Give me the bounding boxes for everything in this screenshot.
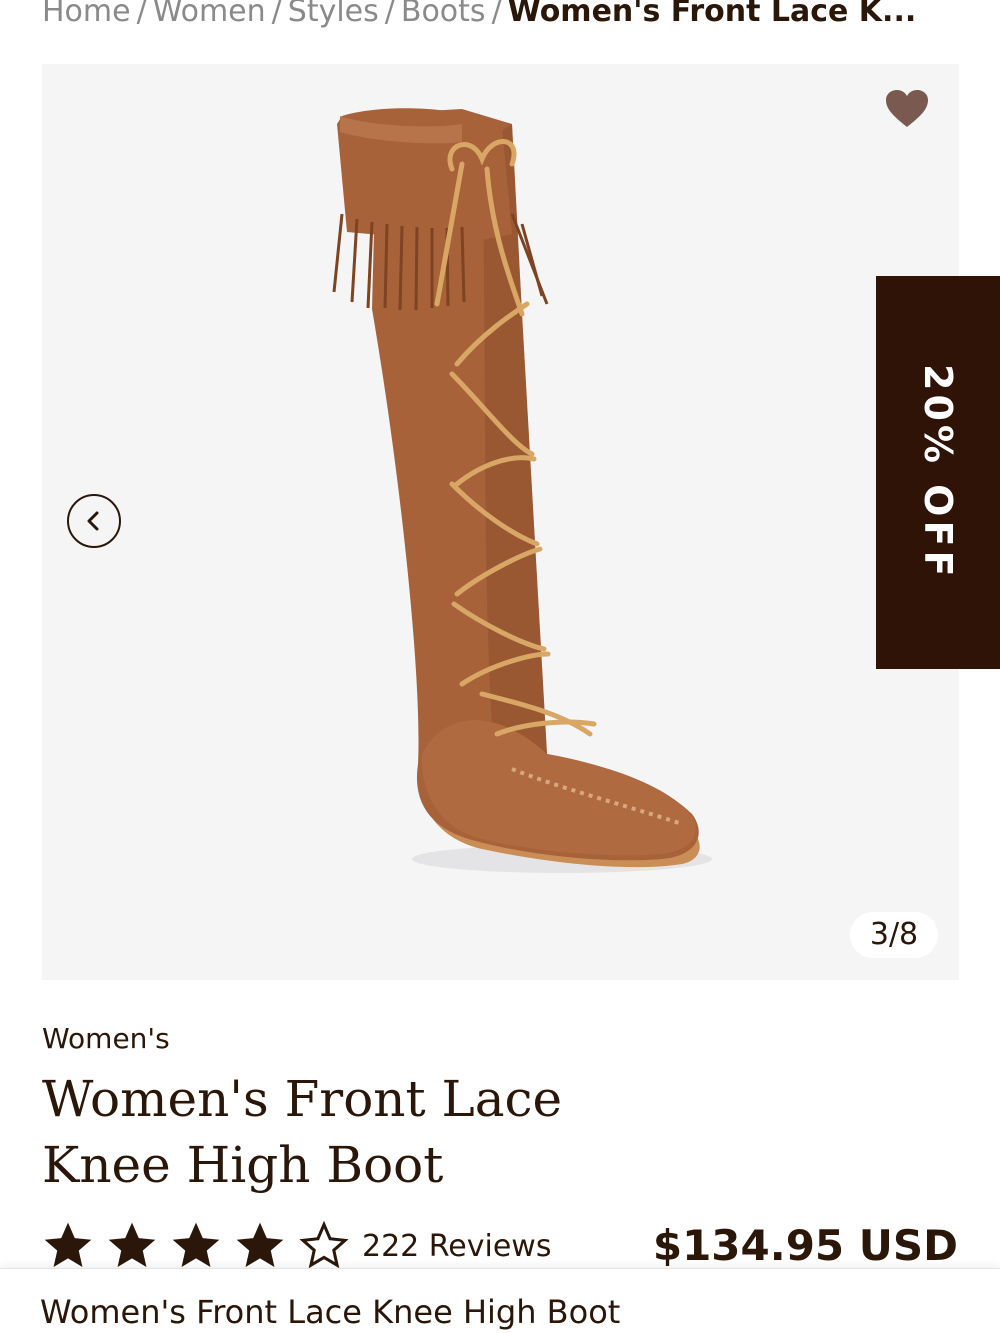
wishlist-button[interactable] (882, 86, 932, 132)
star-filled-icon (236, 1222, 284, 1267)
product-category: Women's (42, 1022, 170, 1055)
breadcrumb-styles[interactable]: Styles (288, 0, 379, 29)
breadcrumb-women[interactable]: Women (153, 0, 266, 29)
reviews-link[interactable]: 222 Reviews (362, 1229, 551, 1264)
star-filled-icon (44, 1222, 92, 1267)
breadcrumb-separator: / (271, 0, 282, 29)
product-image-boot[interactable] (42, 64, 959, 980)
product-gallery[interactable]: 3/8 (42, 64, 959, 980)
product-price: $134.95 USD (652, 1221, 958, 1270)
product-page: Home / Women / Styles / Boots / Women's Front La… (0, 0, 1000, 1333)
product-title: Women's Front Lace Knee High Boot (42, 1070, 563, 1194)
sticky-product-bar[interactable]: Women's Front Lace Knee High Boot (0, 1268, 1000, 1333)
breadcrumb-separator: / (384, 0, 395, 29)
breadcrumb-separator: / (136, 0, 147, 29)
breadcrumb-separator: / (491, 0, 502, 29)
breadcrumb: Home / Women / Styles / Boots / Women's Front La… (42, 0, 962, 32)
star-outline-icon (299, 1220, 349, 1269)
discount-badge[interactable]: 20% OFF (876, 276, 1000, 669)
star-filled-icon (108, 1222, 156, 1267)
star-filled-icon (172, 1222, 220, 1267)
chevron-left-icon (87, 511, 99, 531)
image-counter: 3/8 (850, 912, 938, 958)
heart-icon (886, 90, 928, 127)
discount-label: 20% OFF (916, 364, 960, 581)
breadcrumb-home[interactable]: Home (42, 0, 131, 29)
star-rating[interactable]: 222 Reviews (40, 1218, 551, 1274)
sticky-product-title: Women's Front Lace Knee High Boot (40, 1293, 621, 1331)
breadcrumb-current: Women's Front Lace K... (507, 0, 917, 29)
breadcrumb-boots[interactable]: Boots (401, 0, 486, 29)
previous-image-button[interactable] (67, 494, 121, 548)
